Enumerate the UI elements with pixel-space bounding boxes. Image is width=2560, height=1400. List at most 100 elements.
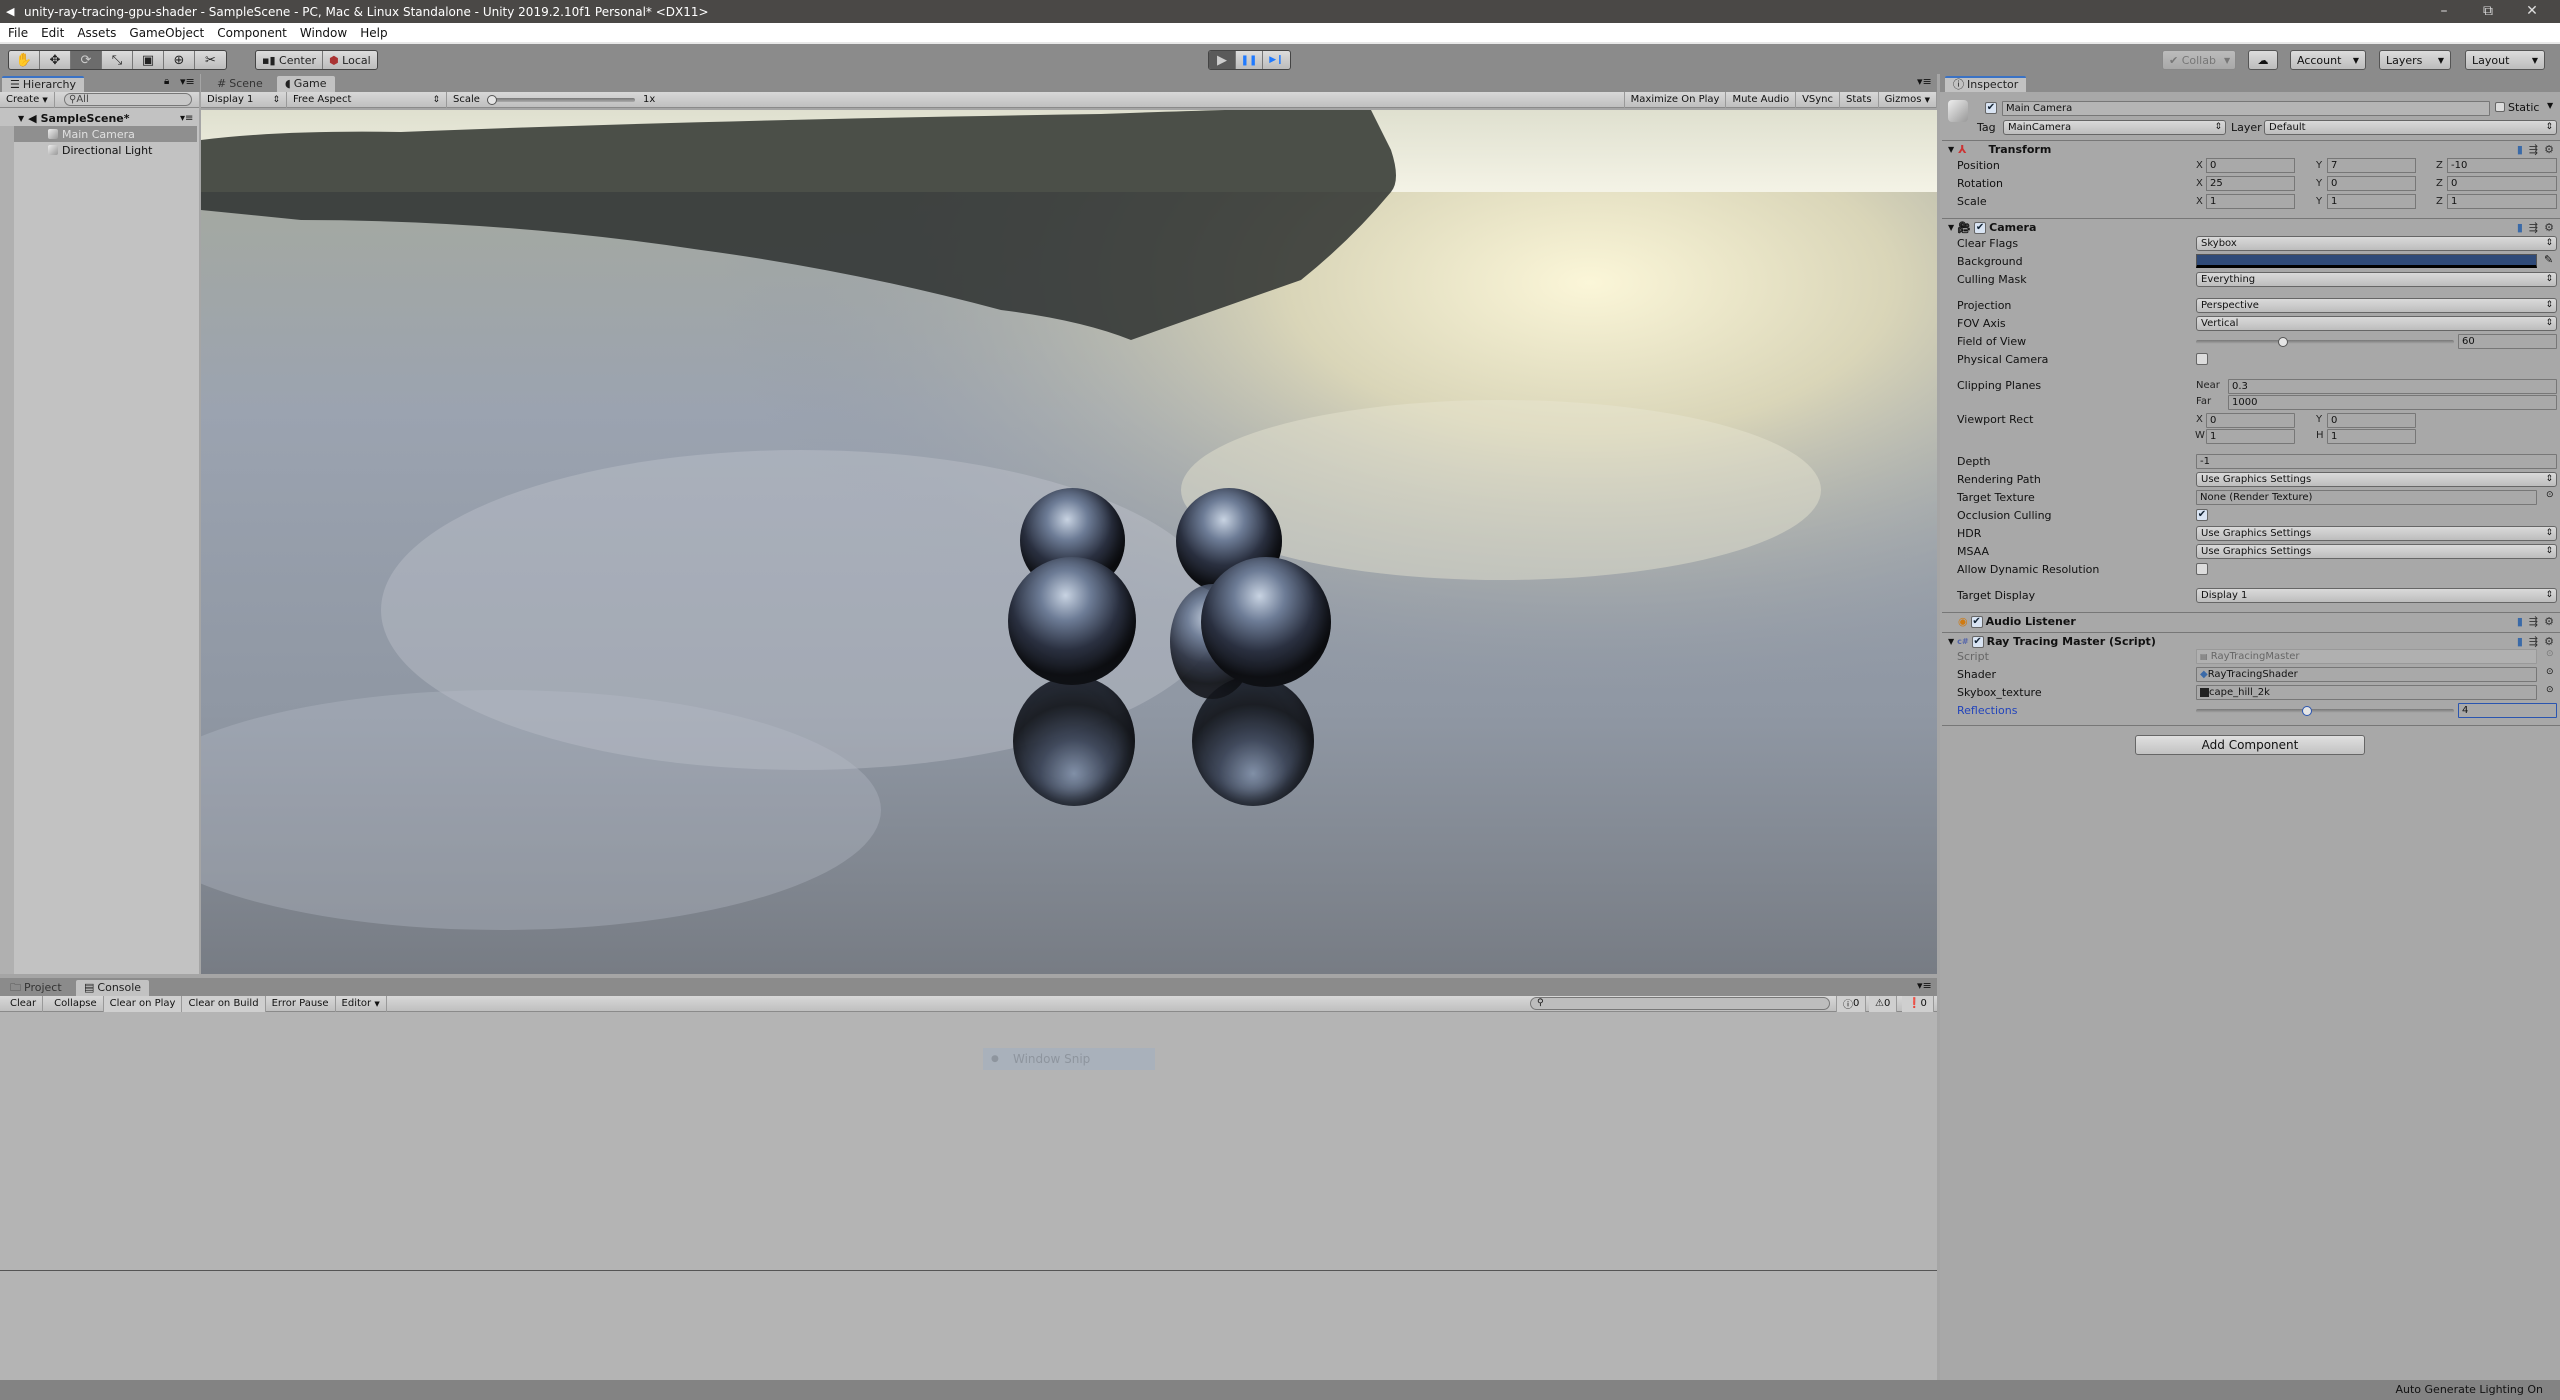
menu-assets[interactable]: Assets bbox=[77, 26, 116, 40]
tab-scene[interactable]: # Scene bbox=[209, 76, 271, 92]
object-name-input[interactable]: Main Camera bbox=[2002, 101, 2490, 116]
scale-tool-icon[interactable]: ⤡ bbox=[102, 51, 133, 69]
foldout-arrow-icon[interactable]: ▼ bbox=[1948, 145, 1954, 154]
culling-mask-dropdown[interactable]: Everything bbox=[2196, 272, 2557, 287]
error-count-toggle[interactable]: ❗ 0 bbox=[1902, 995, 1934, 1012]
lock-icon[interactable]: 🔒︎ bbox=[164, 76, 169, 87]
add-component-button[interactable]: Add Component bbox=[2135, 735, 2365, 755]
menu-window[interactable]: Window bbox=[300, 26, 347, 40]
fov-slider-track[interactable] bbox=[2196, 340, 2454, 344]
object-picker-icon[interactable]: ⊙ bbox=[2546, 685, 2554, 695]
clear-on-play-toggle[interactable]: Clear on Play bbox=[103, 995, 183, 1012]
hdr-dropdown[interactable]: Use Graphics Settings bbox=[2196, 526, 2557, 541]
maximize-on-play-toggle[interactable]: Maximize On Play bbox=[1625, 91, 1727, 108]
shader-field[interactable]: ◆RayTracingShader bbox=[2196, 667, 2537, 682]
preset-icon[interactable]: ⇶ bbox=[2529, 615, 2538, 628]
ray-tracing-header[interactable]: ▼ c# ✔ Ray Tracing Master (Script) ▮ ⇶ ⚙ bbox=[1942, 632, 2560, 650]
console-collapse-button[interactable]: Collapse bbox=[48, 995, 104, 1012]
background-color-field[interactable] bbox=[2196, 254, 2537, 268]
preset-icon[interactable]: ⇶ bbox=[2529, 635, 2538, 648]
camera-enabled-checkbox[interactable]: ✔ bbox=[1974, 221, 1987, 234]
occlusion-culling-checkbox[interactable]: ✔ bbox=[2196, 509, 2208, 521]
stats-toggle[interactable]: Stats bbox=[1840, 91, 1879, 108]
transform-tool-icon[interactable]: ⊕ bbox=[164, 51, 195, 69]
account-dropdown[interactable]: Account ▼ bbox=[2290, 50, 2366, 70]
gear-icon[interactable]: ⚙ bbox=[2544, 221, 2554, 234]
game-viewport[interactable] bbox=[201, 110, 1937, 974]
foldout-arrow-icon[interactable]: ▼ bbox=[1948, 637, 1954, 646]
object-picker-icon[interactable]: ⊙ bbox=[2546, 667, 2554, 677]
scene-menu-icon[interactable]: ▾≡ bbox=[180, 113, 193, 124]
scale-slider[interactable]: Scale 1x bbox=[447, 92, 665, 108]
gear-icon[interactable]: ⚙ bbox=[2544, 143, 2554, 156]
editor-dropdown[interactable]: Editor ▼ bbox=[336, 995, 387, 1012]
panel-menu-icon[interactable]: ▾≡ bbox=[180, 75, 195, 88]
transform-x-input[interactable]: 1 bbox=[2206, 194, 2295, 209]
scale-slider-knob[interactable] bbox=[487, 94, 497, 105]
transform-z-input[interactable]: -10 bbox=[2447, 158, 2557, 173]
vsync-toggle[interactable]: VSync bbox=[1796, 91, 1841, 108]
tag-dropdown[interactable]: MainCamera bbox=[2003, 120, 2226, 135]
close-button[interactable]: ✕ bbox=[2512, 0, 2552, 23]
console-splitter[interactable] bbox=[0, 1270, 1937, 1271]
mute-audio-toggle[interactable]: Mute Audio bbox=[1726, 91, 1797, 108]
help-book-icon[interactable]: ▮ bbox=[2517, 221, 2523, 234]
rect-tool-icon[interactable]: ▣ bbox=[133, 51, 164, 69]
chevron-down-icon[interactable]: ▼ bbox=[2547, 101, 2553, 110]
audio-listener-header[interactable]: ◉ ✔ Audio Listener ▮ ⇶ ⚙ bbox=[1942, 612, 2560, 630]
display-dropdown[interactable]: Display 1 ⇕ bbox=[201, 91, 287, 108]
depth-input[interactable]: -1 bbox=[2196, 454, 2557, 469]
menu-component[interactable]: Component bbox=[217, 26, 287, 40]
hierarchy-item-directional-light[interactable]: Directional Light bbox=[0, 142, 197, 158]
far-clip-input[interactable]: 1000 bbox=[2228, 395, 2557, 410]
info-count-toggle[interactable]: ⓘ 0 bbox=[1836, 995, 1867, 1012]
clear-flags-dropdown[interactable]: Skybox bbox=[2196, 236, 2557, 251]
hierarchy-item-main-camera[interactable]: Main Camera bbox=[0, 126, 197, 142]
fov-input[interactable]: 60 bbox=[2458, 334, 2557, 349]
custom-tool-icon[interactable]: ✂ bbox=[195, 51, 226, 69]
transform-z-input[interactable]: 1 bbox=[2447, 194, 2557, 209]
camera-header[interactable]: ▼ 🎥︎ ✔ Camera ▮ ⇶ ⚙ bbox=[1942, 218, 2560, 236]
physical-camera-checkbox[interactable] bbox=[2196, 353, 2208, 365]
help-book-icon[interactable]: ▮ bbox=[2517, 615, 2523, 628]
hierarchy-search-input[interactable]: ⚲All bbox=[64, 93, 192, 106]
clear-on-build-toggle[interactable]: Clear on Build bbox=[182, 995, 266, 1012]
console-clear-button[interactable]: Clear bbox=[4, 995, 44, 1012]
menu-help[interactable]: Help bbox=[360, 26, 387, 40]
layer-dropdown[interactable]: Default bbox=[2264, 120, 2557, 135]
menu-file[interactable]: File bbox=[8, 26, 28, 40]
gear-icon[interactable]: ⚙ bbox=[2544, 635, 2554, 648]
dynamic-resolution-checkbox[interactable] bbox=[2196, 563, 2208, 575]
tab-game[interactable]: ◖ Game bbox=[277, 76, 335, 92]
cloud-button[interactable]: ☁ bbox=[2248, 50, 2278, 70]
collab-button[interactable]: ✔ Collab ▼ bbox=[2162, 50, 2236, 70]
maximize-button[interactable]: ⧉ bbox=[2468, 0, 2508, 23]
ray-tracing-checkbox[interactable]: ✔ bbox=[1971, 635, 1984, 648]
eyedropper-icon[interactable]: ✎ bbox=[2544, 253, 2553, 266]
transform-x-input[interactable]: 0 bbox=[2206, 158, 2295, 173]
panel-menu-icon[interactable]: ▾≡ bbox=[1917, 979, 1932, 992]
audio-listener-checkbox[interactable]: ✔ bbox=[1970, 615, 1983, 628]
transform-header[interactable]: ▼ ⅄ Transform ▮ ⇶ ⚙ bbox=[1942, 140, 2560, 158]
projection-dropdown[interactable]: Perspective bbox=[2196, 298, 2557, 313]
viewport-y-input[interactable]: 0 bbox=[2327, 413, 2416, 428]
play-button[interactable]: ▶ bbox=[1209, 51, 1236, 69]
pivot-center-button[interactable]: ▪▮ Center bbox=[256, 51, 324, 69]
layers-dropdown[interactable]: Layers ▼ bbox=[2379, 50, 2451, 70]
minimize-button[interactable]: – bbox=[2424, 0, 2464, 23]
panel-menu-icon[interactable]: ▾≡ bbox=[1917, 75, 1932, 88]
expand-arrow-icon[interactable]: ▼ bbox=[18, 114, 24, 123]
target-display-dropdown[interactable]: Display 1 bbox=[2196, 588, 2557, 603]
msaa-dropdown[interactable]: Use Graphics Settings bbox=[2196, 544, 2557, 559]
rotate-tool-icon[interactable]: ⟳ bbox=[71, 51, 102, 69]
tab-console[interactable]: ▤ Console bbox=[76, 980, 150, 996]
help-book-icon[interactable]: ▮ bbox=[2517, 635, 2523, 648]
viewport-w-input[interactable]: 1 bbox=[2206, 429, 2295, 444]
near-clip-input[interactable]: 0.3 bbox=[2228, 379, 2557, 394]
error-pause-toggle[interactable]: Error Pause bbox=[266, 995, 336, 1012]
layout-dropdown[interactable]: Layout ▼ bbox=[2465, 50, 2545, 70]
menu-edit[interactable]: Edit bbox=[41, 26, 64, 40]
help-book-icon[interactable]: ▮ bbox=[2517, 143, 2523, 156]
preset-icon[interactable]: ⇶ bbox=[2529, 143, 2538, 156]
aspect-dropdown[interactable]: Free Aspect ⇕ bbox=[287, 91, 447, 108]
